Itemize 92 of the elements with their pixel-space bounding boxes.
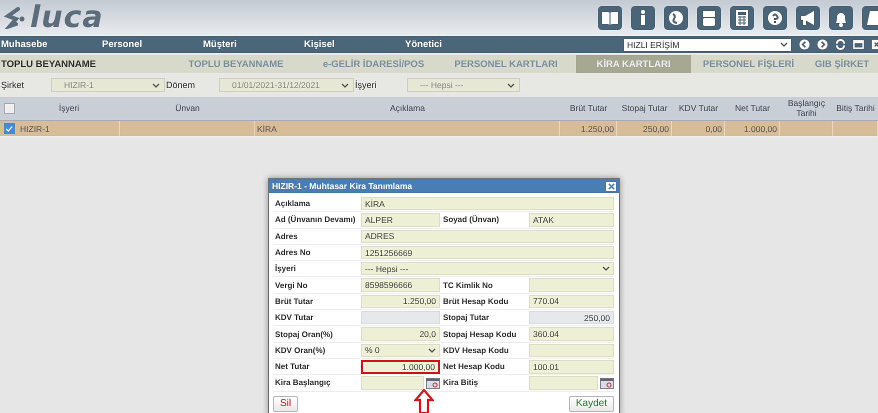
refresh-icon[interactable]: [835, 39, 846, 50]
field-label: Brüt Hesap Kodu: [442, 296, 510, 308]
chevron-icon: [341, 82, 349, 88]
input-field[interactable]: 100.01: [529, 360, 614, 374]
calendar-icon[interactable]: [600, 377, 614, 388]
check-icon: [5, 124, 13, 132]
column-header[interactable]: Başlangıç Tarihi: [780, 97, 833, 120]
forward-icon[interactable]: [817, 39, 828, 50]
input-field[interactable]: [529, 344, 614, 357]
bell-icon[interactable]: [829, 6, 853, 30]
select-all-checkbox[interactable]: [4, 103, 14, 114]
field-label: Açıklama: [274, 198, 312, 210]
up-arrow: [414, 389, 434, 413]
logo-text: luca: [30, 3, 104, 33]
input-field[interactable]: 8598596666: [361, 278, 440, 292]
field-label: KDV Hesap Kodu: [442, 344, 510, 357]
column-header[interactable]: Ünvan: [120, 97, 255, 120]
table-cell: 1.000,00: [744, 124, 777, 134]
field-label: Brüt Tutar: [274, 296, 314, 308]
menu-item[interactable]: Müşteri: [202, 39, 303, 50]
close-icon[interactable]: [606, 182, 616, 190]
input-field[interactable]: ATAK: [529, 213, 614, 227]
field-label: KDV Oran(%): [274, 344, 326, 357]
date-field[interactable]: [361, 376, 424, 390]
table-cell: 0,00: [705, 124, 722, 134]
input-field[interactable]: 20,0: [361, 327, 440, 341]
column-header[interactable]: İşyeri: [18, 97, 120, 120]
input-field[interactable]: 1251256669: [361, 246, 614, 260]
chevron-icon: [428, 348, 436, 353]
column-header[interactable]: Brüt Tutar: [560, 97, 617, 120]
field-label: TC Kimlik No: [442, 280, 494, 292]
calendar-icon[interactable]: [426, 377, 440, 388]
filter-label: Şirket: [0, 80, 26, 90]
field-label: Net Tutar: [274, 361, 311, 374]
field-label: Stopaj Oran(%): [274, 328, 334, 341]
dropdown-field[interactable]: --- Hepsi ---: [361, 262, 614, 276]
date-field[interactable]: [529, 376, 598, 390]
menu-item[interactable]: Muhasebe: [0, 39, 101, 50]
save-button[interactable]: Kaydet: [568, 396, 614, 412]
field-label: Adres No: [274, 247, 312, 260]
book-icon[interactable]: [598, 6, 622, 30]
input-field[interactable]: ALPER: [361, 213, 440, 227]
field-label: Adres: [274, 230, 299, 243]
chevron-icon: [507, 82, 515, 88]
table-cell: HIZIR-1: [20, 124, 50, 134]
menu-item[interactable]: Yönetici: [404, 39, 505, 50]
field-label: Vergi No: [274, 280, 308, 292]
section-title: TOPLU BEYANNAME: [0, 58, 98, 72]
field-label: Kira Bitiş: [442, 377, 480, 390]
calculator-icon[interactable]: [730, 6, 754, 30]
chevron-icon: [780, 42, 788, 47]
row-checkbox[interactable]: [4, 123, 14, 134]
help-icon[interactable]: [763, 6, 787, 30]
column-header[interactable]: KDV Tutar: [672, 97, 725, 120]
info-icon[interactable]: [631, 6, 655, 30]
field-label: Kira Başlangıç: [274, 377, 332, 390]
field-label: Net Hesap Kodu: [442, 361, 506, 374]
input-field[interactable]: 1.250,00: [361, 294, 440, 308]
field-label: Ad (Ünvanın Devamı): [274, 214, 356, 226]
megaphone-icon[interactable]: [796, 6, 820, 30]
chevron-icon: [152, 82, 160, 88]
field-label: Soyad (Ünvan): [442, 214, 500, 226]
globe-icon[interactable]: [664, 6, 688, 30]
menu-item[interactable]: Personel: [101, 39, 202, 50]
input-field[interactable]: 770.04: [529, 294, 614, 308]
menu-item[interactable]: Kişisel: [303, 39, 404, 50]
column-header[interactable]: Stopaj Tutar: [617, 97, 672, 120]
table-cell: 1.250,00: [580, 124, 614, 134]
column-header[interactable]: Bitiş Tarihi: [833, 97, 878, 120]
input-field[interactable]: ADRES: [361, 230, 614, 243]
column-header[interactable]: Net Tutar: [725, 97, 780, 120]
table-row[interactable]: HIZIR-1 KİRA 1.250,00 250,00 0,00 1.000,00: [0, 121, 878, 138]
window-icon[interactable]: [853, 39, 864, 50]
field-label: KDV Tutar: [274, 312, 315, 324]
chevron-icon: [602, 266, 610, 272]
input-field[interactable]: 360.04: [529, 327, 614, 341]
field-label: İşyeri: [274, 263, 297, 276]
column-header[interactable]: Açıklama: [255, 97, 560, 120]
field-label: Stopaj Hesap Kodu: [442, 328, 518, 341]
table-cell: KİRA: [257, 124, 277, 134]
quick-access-dropdown[interactable]: HIZLI ERİŞİM: [624, 38, 791, 50]
filter-label: Dönem: [165, 80, 196, 90]
filter-label: İşyeri: [354, 80, 378, 90]
delete-button[interactable]: Sil: [273, 396, 298, 412]
table-cell: 250,00: [643, 124, 669, 134]
field-label: Stopaj Tutar: [442, 312, 490, 324]
dialog-title: HIZIR-1 - Muhtasar Kira Tanımlama: [272, 181, 412, 191]
input-field[interactable]: 1.000,00: [361, 360, 440, 374]
input-field[interactable]: [529, 278, 614, 292]
back-icon[interactable]: [799, 39, 810, 50]
input-field[interactable]: KİRA: [361, 197, 614, 210]
dropdown-field[interactable]: % 0: [361, 344, 440, 357]
